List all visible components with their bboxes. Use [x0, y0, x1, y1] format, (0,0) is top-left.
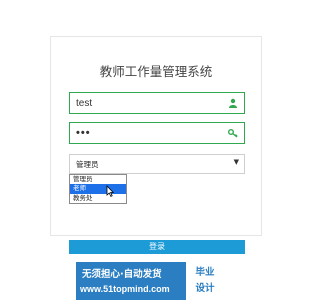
role-option-teacher[interactable]: 老师 — [70, 184, 126, 194]
banner-url: www.51topmind.com — [80, 284, 170, 294]
key-icon — [228, 129, 238, 138]
chevron-down-icon: ▼ — [233, 158, 239, 166]
password-input[interactable] — [76, 123, 222, 143]
user-icon — [229, 98, 237, 108]
mouse-cursor-icon — [106, 185, 114, 197]
username-input[interactable] — [76, 93, 222, 113]
username-field[interactable] — [69, 92, 245, 114]
role-option-academic-office[interactable]: 教务处 — [70, 194, 126, 203]
role-select-value: 管理员 — [76, 160, 99, 169]
role-option-admin[interactable]: 管理员 — [70, 175, 126, 184]
role-select[interactable]: 管理员 ▼ — [69, 154, 245, 174]
login-button[interactable]: 登录 — [69, 240, 245, 254]
badge-line-2: 设计 — [195, 283, 215, 294]
badge-line-1: 毕业 — [195, 267, 215, 278]
login-card: 教师工作量管理系统 管理员 ▼ 管理员 老师 教务处 登录 — [50, 36, 262, 254]
watermark-banner: 无须担心·自动发货 www.51topmind.com 毕业 设计 — [76, 262, 224, 300]
banner-badge: 毕业 设计 — [186, 262, 224, 300]
password-field[interactable] — [69, 122, 245, 144]
role-dropdown-list: 管理员 老师 教务处 — [69, 174, 127, 204]
banner-slogan: 无须担心·自动发货 — [82, 269, 162, 280]
page-title: 教师工作量管理系统 — [99, 64, 213, 79]
